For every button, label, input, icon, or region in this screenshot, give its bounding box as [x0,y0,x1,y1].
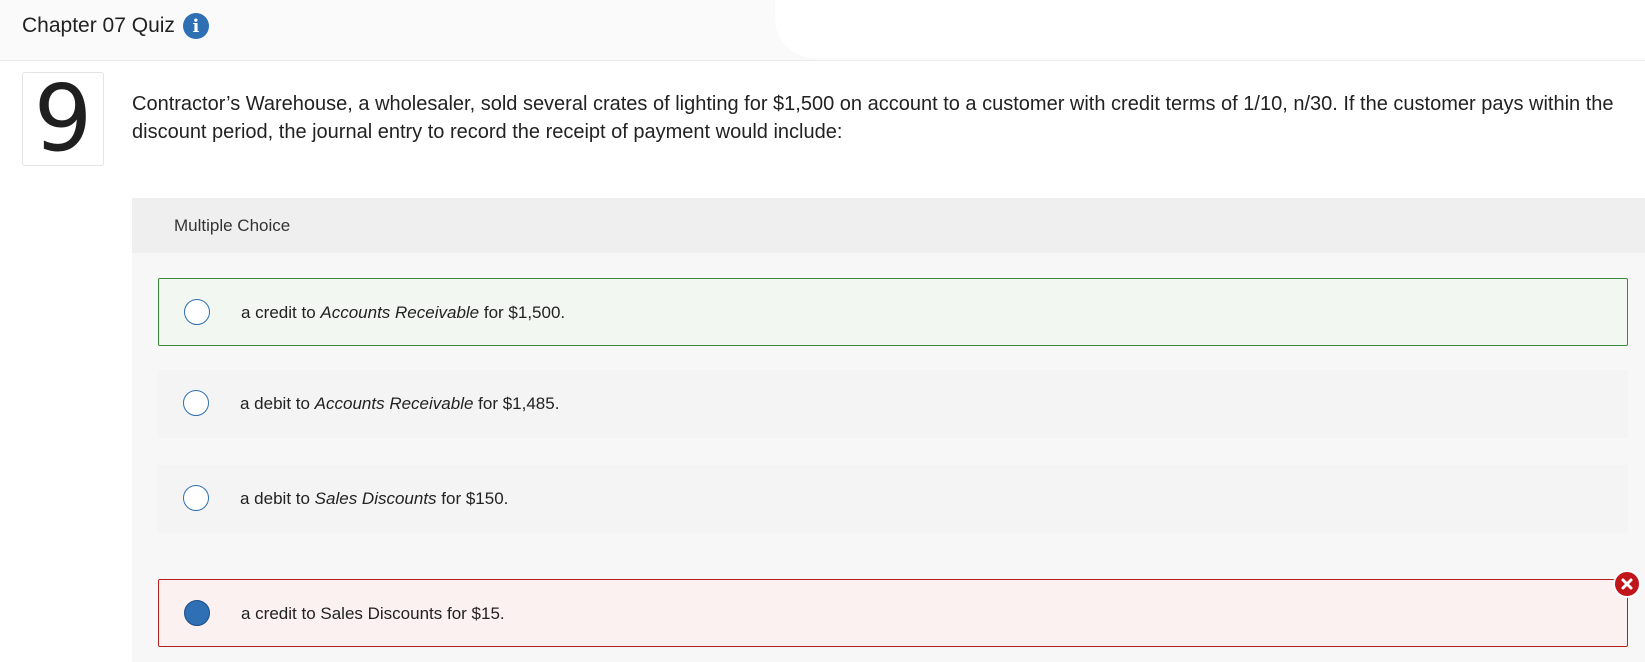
answer-option-label: a credit to Accounts Receivable for $1,5… [241,303,565,323]
top-bar: Chapter 07 Quiz i [0,0,1645,61]
option-account: Accounts Receivable [320,303,480,322]
redacted-area [775,0,1645,58]
question-number: 9 [22,72,104,166]
x-circle-icon [1613,570,1641,598]
quiz-header: Chapter 07 Quiz i [22,13,209,39]
answer-option-label: a debit to Sales Discounts for $150. [240,489,508,509]
option-prefix: a debit to [240,394,315,413]
radio-button[interactable] [183,485,209,511]
option-suffix: for $150. [436,489,509,508]
option-prefix: a debit to [240,489,315,508]
radio-button-selected[interactable] [184,600,210,626]
quiz-title: Chapter 07 Quiz [22,14,175,37]
info-icon[interactable]: i [182,13,209,39]
answer-option-2[interactable]: a debit to Accounts Receivable for $1,48… [158,370,1628,438]
answer-option-4[interactable]: a credit to Sales Discounts for $15. [158,570,1641,647]
question-text: Contractor’s Warehouse, a wholesaler, so… [132,93,1614,143]
option-prefix: a credit to [241,303,321,322]
radio-button[interactable] [183,390,209,416]
multiple-choice-header: Multiple Choice [132,198,1645,253]
option-account: Accounts Receivable [314,394,474,413]
answer-option-3[interactable]: a debit to Sales Discounts for $150. [158,465,1628,533]
question-number-label: 9 [33,65,93,172]
multiple-choice-panel: Multiple Choice a credit to Accounts Rec… [132,198,1645,662]
option-account: Sales Discounts [314,489,437,508]
answer-option-1[interactable]: a credit to Accounts Receivable for $1,5… [158,278,1628,346]
option-suffix: for $1,500. [479,303,566,322]
multiple-choice-label: Multiple Choice [174,216,291,235]
radio-button[interactable] [184,299,210,325]
answer-option-label: a debit to Accounts Receivable for $1,48… [240,394,559,414]
answer-option-label: a credit to Sales Discounts for $15. [241,604,505,623]
x-mark-icon [1621,578,1633,590]
option-suffix: for $1,485. [473,394,560,413]
